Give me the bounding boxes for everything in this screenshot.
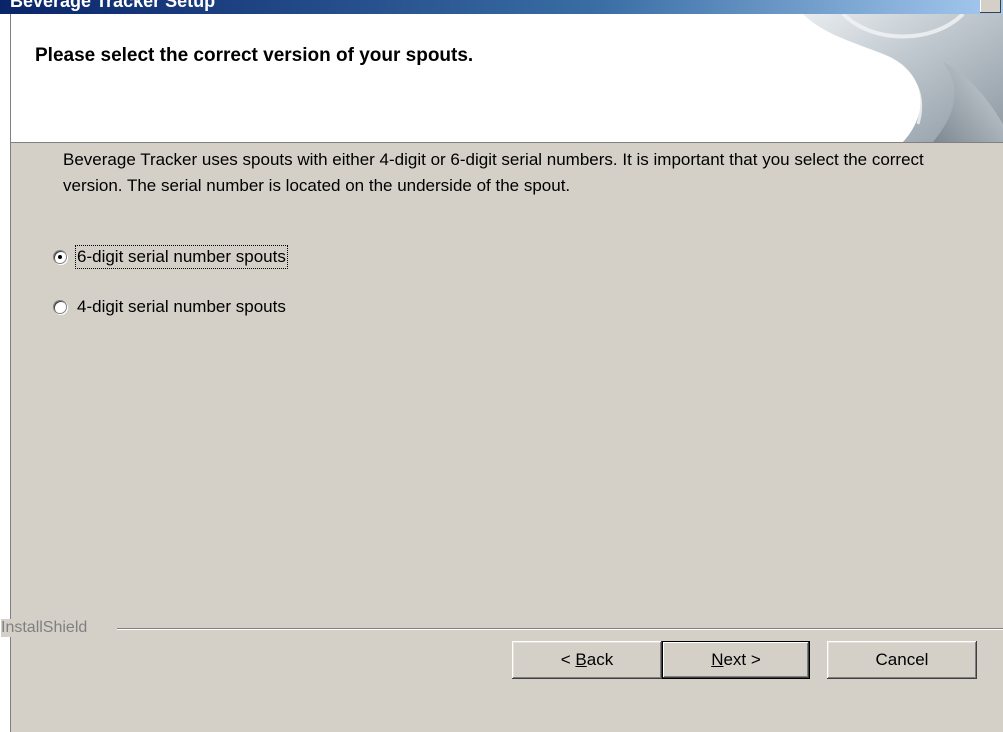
radio-6-digit[interactable] bbox=[53, 250, 67, 264]
page-title: Please select the correct version of you… bbox=[35, 45, 474, 66]
installshield-brand: InstallShield bbox=[1, 619, 94, 637]
installshield-logo-graphic bbox=[803, 14, 1003, 142]
next-mnemonic: N bbox=[711, 650, 724, 669]
window-titlebar: Beverage Tracker Setup bbox=[0, 0, 1003, 14]
radio-4-digit[interactable] bbox=[53, 300, 67, 314]
dialog-body: Beverage Tracker uses spouts with either… bbox=[1, 143, 1003, 732]
instruction-text: Beverage Tracker uses spouts with either… bbox=[63, 150, 924, 195]
close-window-button[interactable] bbox=[980, 0, 1001, 13]
radio-label-4-digit[interactable]: 4-digit serial number spouts bbox=[77, 297, 286, 317]
cancel-button[interactable]: Cancel bbox=[827, 641, 977, 679]
installshield-separator: InstallShield bbox=[1, 619, 1003, 637]
back-button[interactable]: < Back bbox=[512, 641, 662, 679]
back-prefix: < bbox=[560, 650, 576, 669]
option-6-digit-spouts[interactable]: 6-digit serial number spouts bbox=[53, 245, 288, 269]
window-title: Beverage Tracker Setup bbox=[10, 0, 216, 11]
next-button[interactable]: Next > bbox=[662, 641, 810, 679]
back-mnemonic: B bbox=[575, 650, 587, 669]
option-4-digit-spouts[interactable]: 4-digit serial number spouts bbox=[53, 297, 286, 317]
separator-line bbox=[117, 628, 1003, 630]
radio-label-6-digit[interactable]: 6-digit serial number spouts bbox=[75, 245, 288, 269]
back-rest: ack bbox=[586, 650, 614, 669]
dialog-header: Please select the correct version of you… bbox=[10, 14, 1003, 143]
next-rest: ext > bbox=[723, 650, 761, 669]
